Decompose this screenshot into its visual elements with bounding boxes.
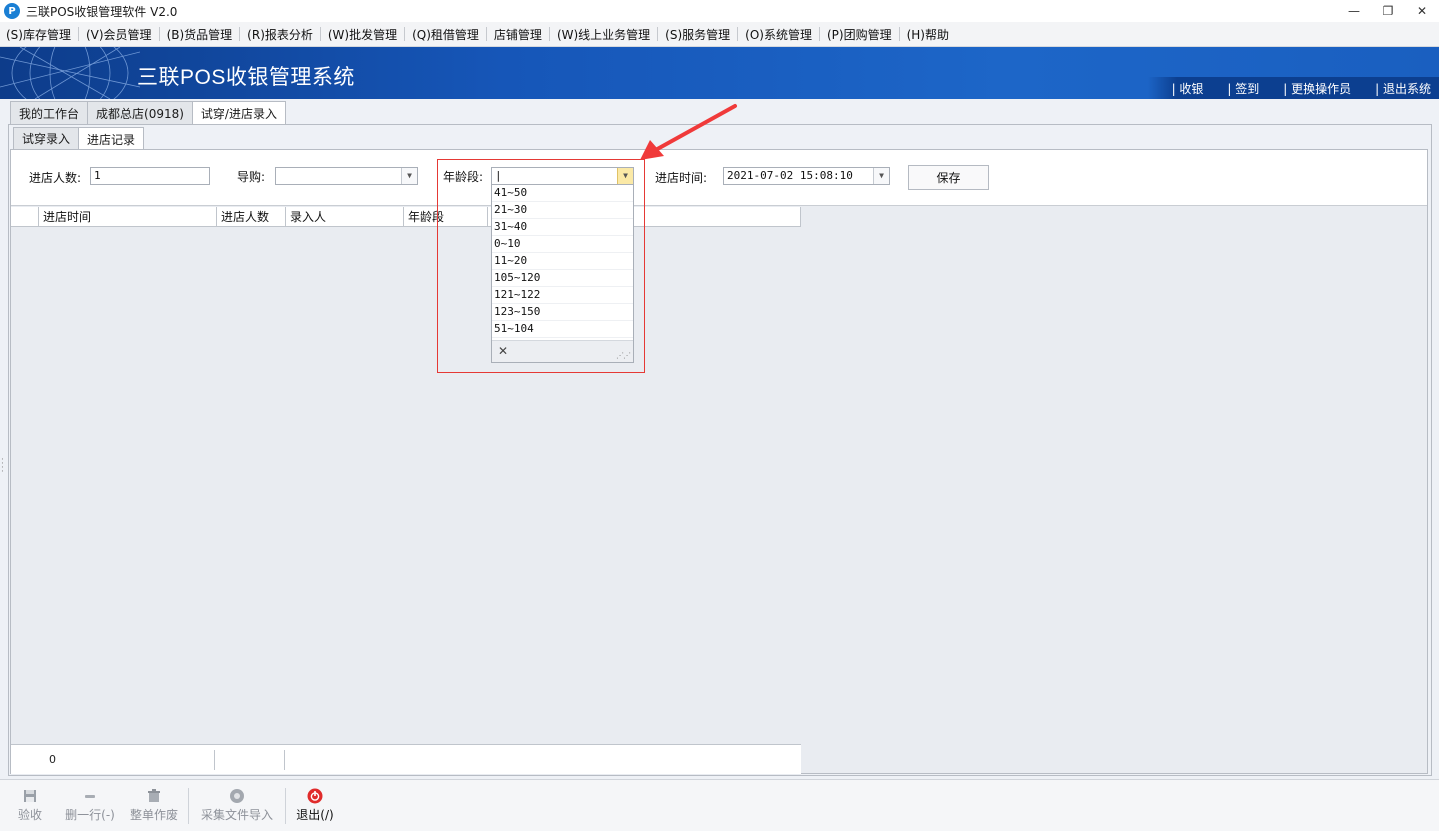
menu-service[interactable]: (S)服务管理	[659, 26, 736, 43]
menu-bar: (S)库存管理 (V)会员管理 (B)货品管理 (R)报表分析 (W)批发管理 …	[0, 22, 1439, 47]
row-indicator-header	[11, 207, 39, 226]
menu-online[interactable]: (W)线上业务管理	[551, 26, 656, 43]
visit-time-picker[interactable]: 2021-07-02 15:08:10 ▼	[723, 167, 890, 185]
exit-system-link[interactable]: | 退出系统	[1375, 80, 1431, 97]
menu-separator	[548, 27, 550, 41]
minimize-button[interactable]: —	[1337, 0, 1371, 22]
save-icon	[22, 788, 38, 804]
menu-separator	[737, 27, 739, 41]
tab-chengdu-store[interactable]: 成都总店(0918)	[87, 101, 193, 124]
title-bar: P 三联POS收银管理软件 V2.0 — ❐ ✕	[0, 0, 1439, 22]
panel-splitter-handle[interactable]: · · · ·	[1, 456, 4, 477]
exit-button[interactable]: 退出(/)	[286, 780, 344, 830]
visitor-count-label: 进店人数:	[29, 171, 82, 185]
menu-help[interactable]: (H)帮助	[901, 26, 955, 43]
window-controls: — ❐ ✕	[1337, 0, 1439, 22]
bottom-toolbar: 验收 删一行(-) 整单作废 采集文件导入 退出(/)	[0, 779, 1439, 831]
menu-separator	[404, 27, 406, 41]
power-icon	[307, 788, 323, 804]
void-order-label: 整单作废	[129, 808, 178, 822]
checkout-link[interactable]: | 收银	[1172, 80, 1204, 97]
sign-in-link[interactable]: | 签到	[1227, 80, 1259, 97]
menu-separator	[818, 27, 820, 41]
chevron-down-icon[interactable]: ▼	[401, 168, 417, 184]
menu-separator	[158, 27, 160, 41]
close-button[interactable]: ✕	[1405, 0, 1439, 22]
accept-button[interactable]: 验收	[0, 780, 60, 830]
exit-label: 退出(/)	[296, 808, 334, 822]
import-file-button[interactable]: 采集文件导入	[189, 780, 285, 830]
globe-graphic-icon	[0, 47, 140, 99]
restore-button[interactable]: ❐	[1371, 0, 1405, 22]
trash-icon	[146, 788, 162, 804]
menu-goods[interactable]: (B)货品管理	[161, 26, 239, 43]
column-header-visitor-count[interactable]: 进店人数	[217, 207, 286, 226]
menu-system[interactable]: (O)系统管理	[739, 26, 818, 43]
void-order-button[interactable]: 整单作废	[120, 780, 188, 830]
accept-label: 验收	[17, 808, 42, 822]
grid-summary-row: 0	[11, 744, 801, 774]
save-button[interactable]: 保存	[908, 165, 989, 190]
grid-header: 进店时间 进店人数 录入人 年龄段	[11, 207, 801, 227]
menu-separator	[239, 27, 241, 41]
change-operator-link[interactable]: | 更换操作员	[1283, 80, 1351, 97]
summary-total: 0	[11, 749, 215, 770]
annotation-arrow-icon	[640, 104, 737, 160]
visit-record-grid: 进店时间 进店人数 录入人 年龄段 0	[11, 207, 801, 775]
tab-store-visit-record[interactable]: 进店记录	[78, 127, 145, 150]
visit-time-value: 2021-07-02 15:08:10	[727, 169, 853, 182]
menu-members[interactable]: (V)会员管理	[80, 26, 158, 43]
import-icon	[229, 788, 245, 804]
banner-links: | 收银 | 签到 | 更换操作员 | 退出系统	[1147, 77, 1439, 99]
tab-fitting-entry[interactable]: 试穿/进店录入	[191, 101, 286, 125]
visitor-count-input[interactable]: 1	[90, 167, 210, 185]
menu-groupbuy[interactable]: (P)团购管理	[821, 26, 898, 43]
tab-workbench[interactable]: 我的工作台	[10, 101, 89, 124]
menu-separator	[485, 27, 487, 41]
menu-separator	[77, 27, 79, 41]
visit-time-label: 进店时间:	[655, 171, 708, 185]
app-logo-icon: P	[4, 3, 20, 19]
menu-wholesale[interactable]: (W)批发管理	[322, 26, 403, 43]
column-header-visit-time[interactable]: 进店时间	[39, 207, 217, 226]
guide-select[interactable]: ▼	[275, 167, 418, 185]
sub-tabs: 试穿录入 进店记录	[13, 127, 145, 150]
menu-inventory[interactable]: (S)库存管理	[0, 26, 77, 43]
delete-row-button[interactable]: 删一行(-)	[60, 780, 120, 830]
main-tabs: 我的工作台 成都总店(0918) 试穿/进店录入	[10, 101, 286, 125]
summary-cell	[215, 749, 285, 770]
tab-fitting-record[interactable]: 试穿录入	[13, 127, 80, 149]
header-banner: 三联POS收银管理系统 | 收银 | 签到 | 更换操作员 | 退出系统	[0, 47, 1439, 99]
menu-separator	[319, 27, 321, 41]
banner-title: 三联POS收银管理系统	[137, 66, 355, 89]
menu-store[interactable]: 店铺管理	[488, 26, 548, 43]
column-header-entered-by[interactable]: 录入人	[286, 207, 404, 226]
chevron-down-icon[interactable]: ▼	[873, 168, 889, 184]
guide-label: 导购:	[237, 170, 266, 184]
menu-separator	[657, 27, 659, 41]
annotation-highlight-box	[437, 159, 645, 373]
window-title: 三联POS收银管理软件 V2.0	[26, 4, 178, 19]
menu-separator	[898, 27, 900, 41]
minus-icon	[82, 788, 98, 804]
menu-rental[interactable]: (Q)租借管理	[406, 26, 485, 43]
delete-row-label: 删一行(-)	[65, 808, 115, 822]
import-file-label: 采集文件导入	[200, 808, 273, 822]
menu-reports[interactable]: (R)报表分析	[241, 26, 319, 43]
